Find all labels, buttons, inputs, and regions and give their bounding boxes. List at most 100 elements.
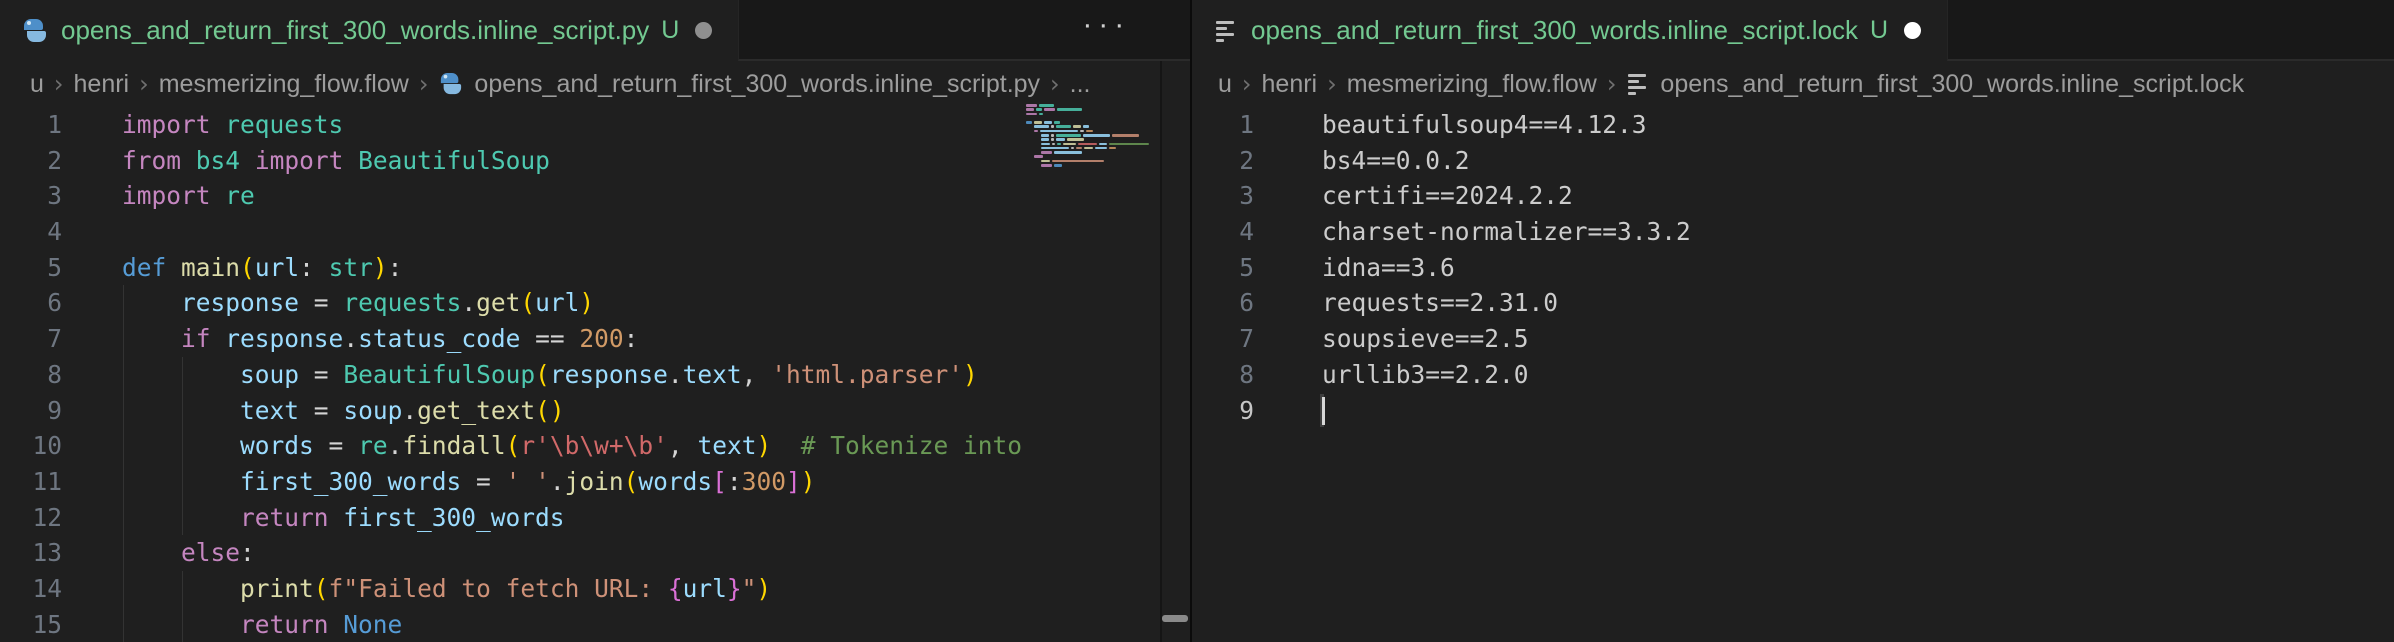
code-text: from bs4 import BeautifulSoup (122, 143, 550, 179)
code-line[interactable]: 15 return None (0, 607, 1026, 642)
line-number: 11 (0, 464, 62, 500)
tab-python-file[interactable]: opens_and_return_first_300_words.inline_… (0, 0, 738, 61)
minimap[interactable] (1022, 104, 1160, 184)
code-line[interactable]: 12 return first_300_words (0, 500, 1026, 536)
minimap-line (1022, 121, 1160, 124)
lock-file-icon (1214, 19, 1238, 43)
editor-pane-lock: opens_and_return_first_300_words.inline_… (1192, 0, 2394, 642)
breadcrumb-item[interactable]: u (1218, 70, 1232, 99)
line-number: 4 (1192, 214, 1254, 250)
tab-lock-file[interactable]: opens_and_return_first_300_words.inline_… (1192, 0, 1947, 61)
code-line[interactable]: 6 response = requests.get(url) (0, 285, 1026, 321)
minimap-token (1109, 147, 1116, 150)
minimap-token (1052, 160, 1104, 163)
line-number: 4 (0, 214, 62, 250)
minimap-token (1044, 121, 1052, 124)
code-text: certifi==2024.2.2 (1322, 178, 1573, 214)
code-text: return first_300_words (122, 500, 565, 536)
minimap-token (1041, 138, 1049, 141)
minimap-token (1034, 121, 1042, 124)
line-number: 8 (1192, 357, 1254, 393)
minimap-token (1084, 147, 1093, 150)
minimap-token (1041, 143, 1050, 146)
minimap-token (1056, 134, 1081, 137)
minimap-token (1086, 130, 1093, 133)
code-line[interactable]: 4 (0, 214, 1026, 250)
code-line[interactable]: 7 if response.status_code == 200: (0, 321, 1026, 357)
minimap-token (1026, 121, 1032, 124)
breadcrumb-overflow[interactable]: ... (1070, 70, 1091, 99)
code-line[interactable]: 10 words = re.findall(r'\b\w+\b', text) … (0, 428, 1026, 464)
minimap-token (1026, 104, 1037, 107)
tab-filename: opens_and_return_first_300_words.inline_… (61, 15, 649, 46)
code-line[interactable]: 11 first_300_words = ' '.join(words[:300… (0, 464, 1026, 500)
minimap-token (1051, 134, 1054, 137)
minimap-token (1052, 143, 1055, 146)
more-actions-icon[interactable]: ··· (1082, 8, 1130, 42)
minimap-token (1041, 134, 1049, 137)
chevron-right-icon: › (409, 70, 439, 98)
minimap-line (1022, 143, 1160, 146)
minimap-token (1040, 130, 1078, 133)
minimap-token (1039, 113, 1043, 116)
minimap-token (1034, 125, 1049, 128)
code-line[interactable]: 1import requests (0, 107, 1026, 143)
minimap-token (1057, 143, 1061, 146)
code-text: soup = BeautifulSoup(response.text, 'htm… (122, 357, 978, 393)
minimap-token (1041, 160, 1050, 163)
code-line[interactable]: 2from bs4 import BeautifulSoup (0, 143, 1026, 179)
breadcrumb-item[interactable]: henri (1262, 70, 1318, 99)
breadcrumb: u›henri›mesmerizing_flow.flow›opens_and_… (0, 61, 1190, 107)
code-text: if response.status_code == 200: (122, 321, 638, 357)
code-line[interactable]: 8 soup = BeautifulSoup(response.text, 'h… (0, 357, 1026, 393)
line-number: 15 (0, 607, 62, 642)
breadcrumb-item[interactable]: mesmerizing_flow.flow (159, 70, 409, 99)
breadcrumb-item-file[interactable]: opens_and_return_first_300_words.inline_… (1626, 70, 2244, 99)
code-text: first_300_words = ' '.join(words[:300]) (122, 464, 815, 500)
code-text: print(f"Failed to fetch URL: {url}") (122, 571, 771, 607)
minimap-line (1022, 134, 1160, 137)
git-status-badge: U (661, 16, 679, 45)
python-file-icon (439, 72, 463, 96)
breadcrumb-item[interactable]: mesmerizing_flow.flow (1347, 70, 1597, 99)
line-number: 9 (0, 393, 62, 429)
minimap-line (1022, 108, 1160, 111)
minimap-token (1026, 113, 1037, 116)
text-cursor (1322, 397, 1325, 425)
code-line[interactable]: 5def main(url: str): (0, 250, 1026, 286)
minimap-token (1057, 108, 1082, 111)
tab-strip-empty (1947, 0, 2394, 61)
minimap-token (1073, 125, 1081, 128)
code-text: idna==3.6 (1322, 250, 1455, 286)
code-editor[interactable]: 1import requests2from bs4 import Beautif… (0, 107, 1026, 642)
git-status-badge: U (1870, 16, 1888, 45)
breadcrumb-item[interactable]: henri (74, 70, 130, 99)
code-line[interactable]: 13 else: (0, 535, 1026, 571)
breadcrumb-item-file[interactable]: opens_and_return_first_300_words.inline_… (438, 70, 1040, 99)
tab-bar: opens_and_return_first_300_words.inline_… (0, 0, 1190, 61)
minimap-token (1083, 134, 1110, 137)
scrollbar-thumb[interactable] (1162, 615, 1188, 622)
tab-bar: opens_and_return_first_300_words.inline_… (1192, 0, 2394, 61)
minimap-token (1051, 125, 1054, 128)
minimap-line (1022, 138, 1160, 141)
code-line[interactable]: 9 text = soup.get_text() (0, 393, 1026, 429)
breadcrumb-item[interactable]: u (30, 70, 44, 99)
code-text: requests==2.31.0 (1322, 285, 1558, 321)
chevron-right-icon: › (44, 70, 74, 98)
modified-dot-icon[interactable] (1904, 22, 1921, 39)
minimap-token (1095, 147, 1107, 150)
minimap-edge-divider (1160, 61, 1162, 642)
minimap-line (1022, 160, 1160, 163)
minimap-token (1054, 151, 1082, 154)
minimap-token (1083, 125, 1089, 128)
modified-dot-icon[interactable] (695, 22, 712, 39)
minimap-line (1022, 155, 1160, 158)
code-text: words = re.findall(r'\b\w+\b', text) # T… (122, 428, 1026, 464)
code-line[interactable]: 14 print(f"Failed to fetch URL: {url}") (0, 571, 1026, 607)
tab-strip-empty: ··· (738, 0, 1190, 61)
code-line[interactable]: 3import re (0, 178, 1026, 214)
minimap-token (1026, 108, 1034, 111)
minimap-token (1034, 130, 1038, 133)
minimap-token (1036, 108, 1042, 111)
